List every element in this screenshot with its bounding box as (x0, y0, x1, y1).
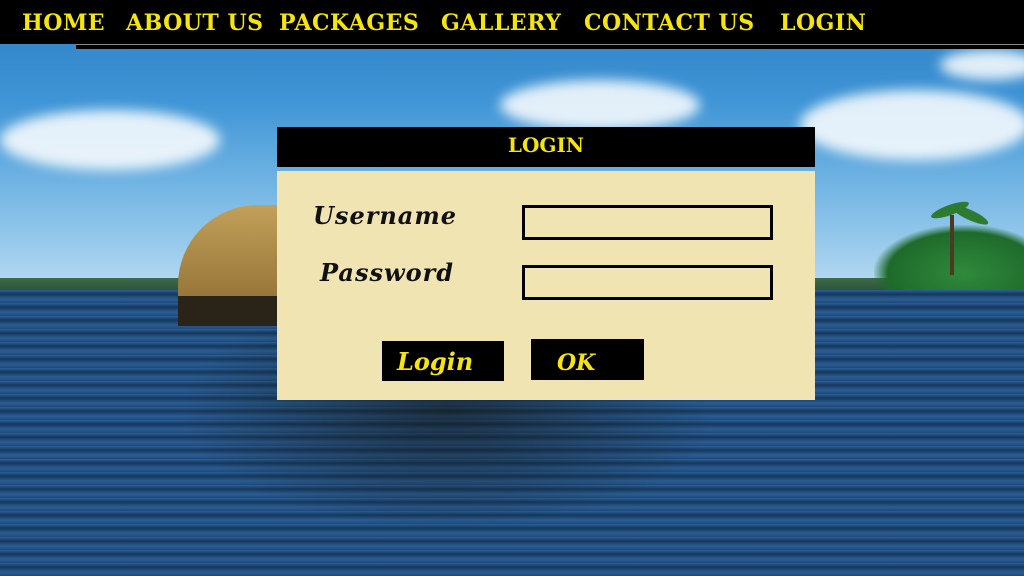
login-panel: Username Password Login OK (277, 171, 815, 400)
ok-button[interactable]: OK (531, 339, 644, 380)
nav-about-us[interactable]: ABOUT US (126, 10, 264, 36)
login-panel-title: LOGIN (277, 127, 815, 167)
cloud (800, 90, 1024, 160)
palm-tree (950, 215, 954, 275)
username-field[interactable] (522, 205, 773, 240)
username-label: Username (313, 201, 458, 230)
cloud (500, 80, 700, 130)
nav-home[interactable]: HOME (22, 10, 105, 36)
top-navbar: HOME ABOUT US PACKAGES GALLERY CONTACT U… (0, 0, 1024, 44)
password-label: Password (320, 258, 455, 287)
cloud (0, 110, 220, 170)
navbar-underline (76, 44, 1024, 49)
nav-contact-us[interactable]: CONTACT US (584, 10, 755, 36)
nav-packages[interactable]: PACKAGES (279, 10, 419, 36)
login-button[interactable]: Login (382, 341, 504, 381)
nav-login[interactable]: LOGIN (780, 10, 866, 36)
nav-gallery[interactable]: GALLERY (441, 10, 561, 36)
password-field[interactable] (522, 265, 773, 300)
